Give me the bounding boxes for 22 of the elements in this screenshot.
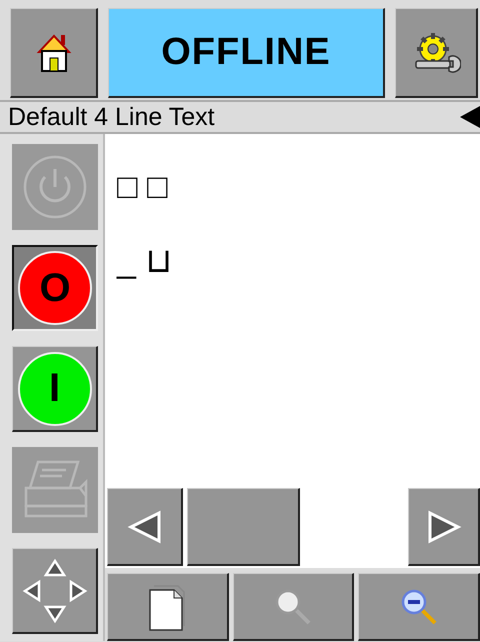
message-text-line: □ □ xyxy=(117,170,169,208)
stop-button[interactable]: O xyxy=(12,245,98,331)
right-triangle-icon xyxy=(426,508,462,544)
previous-button[interactable] xyxy=(107,488,183,566)
new-page-button[interactable] xyxy=(107,573,229,641)
message-text-line: _ ⊔ xyxy=(117,244,174,282)
start-label: I xyxy=(18,352,92,426)
left-triangle-icon xyxy=(126,508,162,544)
stop-label: O xyxy=(18,251,92,325)
collapse-button[interactable] xyxy=(460,106,480,128)
settings-button[interactable] xyxy=(395,8,478,98)
zoom-out-button[interactable] xyxy=(358,573,480,641)
zoom-button[interactable] xyxy=(232,573,354,641)
status-banner: OFFLINE xyxy=(108,8,385,98)
power-icon xyxy=(21,153,89,221)
jog-button[interactable] xyxy=(12,548,98,634)
left-triangle-icon xyxy=(460,106,480,128)
message-title: Default 4 Line Text xyxy=(8,102,215,132)
home-button[interactable] xyxy=(10,8,98,98)
next-button[interactable] xyxy=(408,488,480,566)
blank-button[interactable] xyxy=(187,488,300,566)
start-button[interactable]: I xyxy=(12,346,98,432)
